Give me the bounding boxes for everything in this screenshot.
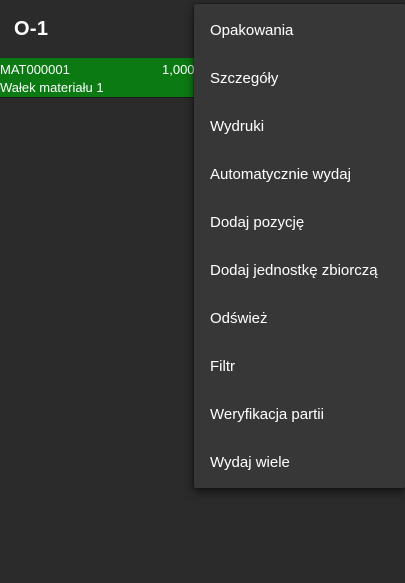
page-title: O-1	[14, 18, 49, 40]
menu-item-odswiez[interactable]: Odśwież	[194, 295, 405, 343]
item-quantity: 1,000	[162, 62, 195, 77]
menu-item-weryfikacja-partii[interactable]: Weryfikacja partii	[194, 391, 405, 439]
item-name: Wałek materiału 1	[0, 80, 104, 95]
menu-item-dodaj-pozycje[interactable]: Dodaj pozycję	[194, 199, 405, 247]
app-screen: O-1 MAT000001 1,000 Wałek materiału 1 Op…	[0, 0, 405, 583]
menu-item-wydaj-wiele[interactable]: Wydaj wiele	[194, 439, 405, 487]
menu-item-szczegoly[interactable]: Szczegóły	[194, 55, 405, 103]
menu-item-wydruki[interactable]: Wydruki	[194, 103, 405, 151]
menu-item-filtr[interactable]: Filtr	[194, 343, 405, 391]
menu-item-opakowania[interactable]: Opakowania	[194, 7, 405, 55]
item-code: MAT000001	[0, 62, 70, 77]
overflow-menu: Opakowania Szczegóły Wydruki Automatyczn…	[194, 4, 405, 488]
menu-item-automatycznie-wydaj[interactable]: Automatycznie wydaj	[194, 151, 405, 199]
menu-item-dodaj-jednostke-zbiorcza[interactable]: Dodaj jednostkę zbiorczą	[194, 247, 405, 295]
